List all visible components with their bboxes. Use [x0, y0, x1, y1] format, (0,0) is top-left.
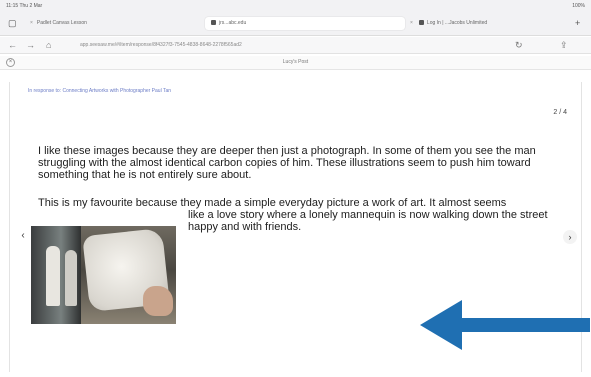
page-indicator: 2 / 4	[553, 109, 567, 116]
url-field[interactable]: app.seesaw.me/#/item/response/8f4327f3-7…	[80, 41, 340, 50]
home-icon[interactable]: ⌂	[46, 40, 51, 50]
favicon-icon	[418, 20, 424, 26]
browser-tab[interactable]: × Padlet Canvas Lesson	[30, 17, 150, 30]
favicon-icon	[211, 20, 216, 26]
arrow-shape	[420, 300, 590, 350]
response-link[interactable]: In response to: Connecting Artworks with…	[28, 88, 171, 94]
photo-hand	[143, 286, 173, 316]
left-arrow-icon	[420, 300, 590, 350]
tab-close-icon[interactable]: ×	[30, 20, 33, 26]
browser-tab[interactable]: × Log In | ...Jacobs Unlimited	[410, 17, 560, 30]
status-time: 11:15 Thu 2 Mar	[6, 3, 43, 9]
sidebar-icon[interactable]: ▢	[8, 18, 17, 28]
tab-label: Log In | ...Jacobs Unlimited	[426, 20, 488, 26]
status-bar: 11:15 Thu 2 Mar 100%	[0, 0, 591, 12]
back-icon[interactable]: ←	[8, 40, 17, 50]
address-bar-row: ← → ⌂ app.seesaw.me/#/item/response/8f43…	[0, 37, 591, 54]
previous-page-button[interactable]: ‹	[18, 229, 28, 243]
photo-mannequin	[65, 250, 77, 306]
next-page-button[interactable]: ›	[563, 230, 577, 244]
reload-icon[interactable]: ↻	[515, 40, 523, 50]
tab-label: Padlet Canvas Lesson	[36, 20, 87, 26]
page-title: Lucy's Post	[282, 59, 309, 65]
post-paragraph-2-line-1: This is my favourite because they made a…	[38, 197, 507, 209]
tab-close-icon[interactable]: ×	[410, 20, 413, 26]
photo-mannequin	[46, 246, 60, 306]
new-tab-icon[interactable]: +	[575, 18, 580, 28]
tab-label: jrs...abc.edu	[219, 20, 247, 26]
forward-icon[interactable]: →	[26, 40, 35, 50]
post-photo[interactable]	[31, 226, 176, 324]
browser-tab-active[interactable]: jrs...abc.edu	[205, 17, 405, 30]
browser-tab-bar: ▢ × Padlet Canvas Lesson jrs...abc.edu × L…	[0, 12, 591, 36]
page-header: × Lucy's Post	[0, 56, 591, 70]
post-paragraph-1: I like these images because they are dee…	[38, 145, 536, 181]
battery-indicator: 100%	[572, 3, 585, 9]
post-paragraph-2-rest: like a love story where a lonely mannequ…	[188, 209, 548, 233]
share-icon[interactable]: ⇪	[560, 40, 568, 50]
